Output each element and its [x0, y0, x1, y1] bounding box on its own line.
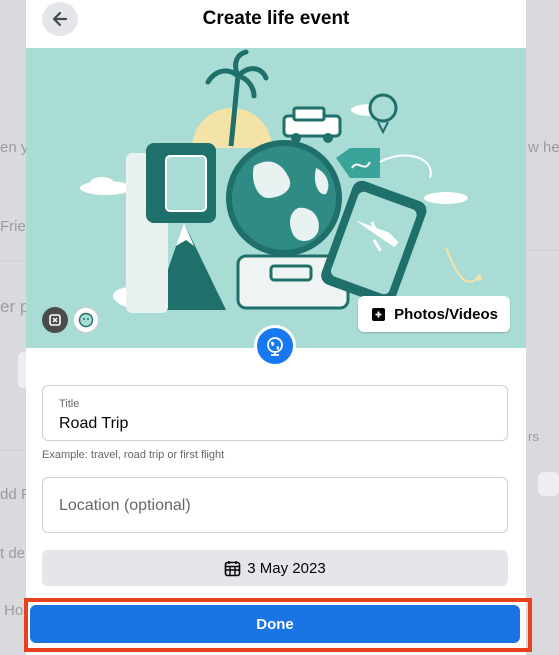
bg-text-6: Ho [4, 602, 24, 619]
emoji-button[interactable] [73, 307, 99, 333]
bg-text-2: Frie [0, 218, 26, 235]
done-button-highlight [24, 598, 532, 652]
photos-videos-label: Photos/Videos [394, 305, 498, 323]
dialog-title: Create life event [202, 8, 350, 29]
bg-divider [0, 450, 26, 451]
bg-text-3: er p [0, 297, 30, 316]
location-field[interactable]: Location (optional) [42, 477, 508, 533]
bg-text-7: w her [528, 139, 559, 156]
life-event-category-badge [254, 325, 296, 367]
remove-photo-icon [49, 314, 61, 326]
remove-photo-button[interactable] [42, 307, 68, 333]
location-field-placeholder: Location (optional) [59, 497, 191, 514]
bg-text-5: t de [0, 545, 26, 562]
photos-videos-button[interactable]: Photos/Videos [358, 296, 510, 332]
globe-icon [267, 337, 283, 356]
date-label: 3 May 2023 [247, 559, 326, 577]
title-field[interactable]: Title Road Trip [42, 385, 508, 441]
bg-text-1: en y [0, 139, 29, 156]
title-hint: Example: travel, road trip or first flig… [42, 449, 225, 461]
title-field-value: Road Trip [59, 415, 129, 432]
life-event-illustration: Photos/Videos [26, 48, 526, 348]
title-field-label: Title [59, 398, 80, 410]
dialog-header: Create life event [26, 0, 526, 44]
bg-text-8: rs [528, 429, 539, 444]
bg-grid-icon [538, 472, 559, 496]
emoji-icon [78, 312, 94, 328]
photo-add-icon [372, 308, 386, 321]
date-button[interactable]: 3 May 2023 [42, 550, 508, 586]
bg-divider [526, 250, 559, 251]
calendar-icon [224, 560, 241, 576]
create-life-event-dialog: Create life event Photos/Videos Title Ro… [26, 0, 526, 655]
bg-divider [0, 260, 26, 261]
